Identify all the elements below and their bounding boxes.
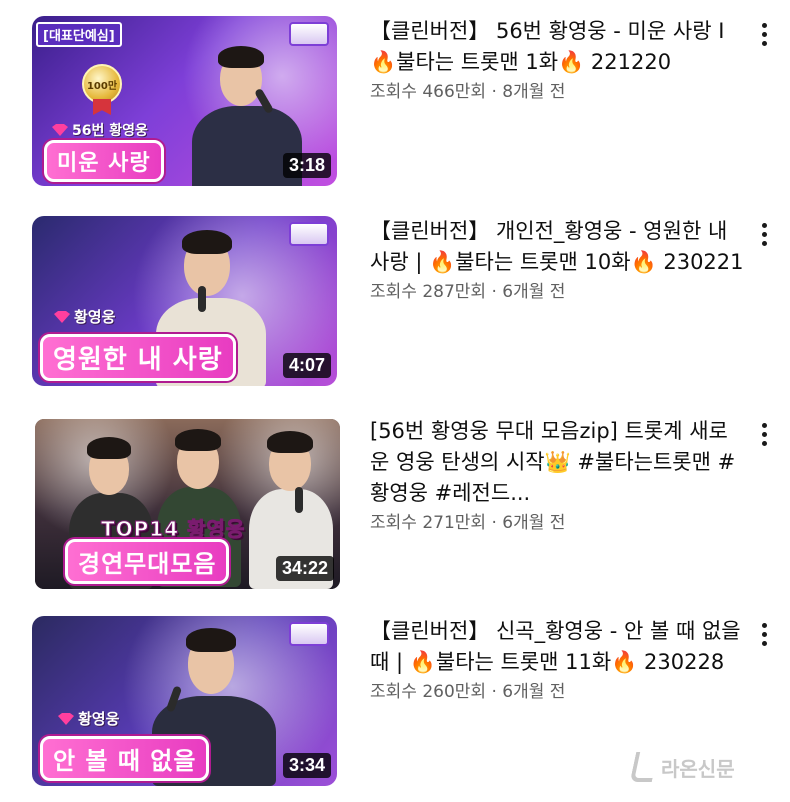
gem-icon [54, 311, 70, 323]
video-duration: 34:22 [275, 556, 334, 581]
watermark-text: 라온신문 [661, 756, 735, 781]
video-duration: 3:34 [282, 753, 331, 778]
watermark: 라온신문 [629, 752, 735, 782]
million-badge: 100만 [82, 64, 122, 104]
video-title[interactable]: 【클린버전】 56번 황영웅 - 미운 사랑 I 🔥불타는 트롯맨 1화🔥 22… [370, 16, 745, 78]
thumb-caption: 미운 사랑 [44, 140, 164, 182]
more-vert-icon[interactable] [752, 420, 776, 448]
thumb-name: 황영웅 [58, 708, 119, 729]
video-thumbnail[interactable]: TOP14 황영웅 경연무대모음 34:22 [32, 416, 343, 592]
thumb-tag: [대표단예심] [36, 22, 122, 47]
thumb-caption: 영원한 내 사랑 [40, 334, 236, 381]
thumb-name: 56번 황영웅 [52, 120, 148, 140]
video-thumbnail[interactable]: 황영웅 안 볼 때 없을 3:34 [32, 616, 337, 786]
video-meta: 조회수 271만회 · 6개월 전 [370, 513, 566, 533]
thumb-caption: 안 볼 때 없을 [40, 736, 210, 781]
gem-icon [58, 713, 74, 725]
video-info: [56번 황영웅 무대 모음zip] 트롯계 새로운 영웅 탄생의 시작👑 #불… [370, 416, 745, 535]
video-meta: 조회수 466만회 · 8개월 전 [370, 82, 566, 102]
video-info: 【클린버전】 개인전_황영웅 - 영원한 내 사랑 | 🔥불타는 트롯맨 10화… [370, 216, 745, 304]
video-title[interactable]: [56번 황영웅 무대 모음zip] 트롯계 새로운 영웅 탄생의 시작👑 #불… [370, 416, 745, 509]
thumb-name: TOP14 황영웅 [100, 517, 246, 542]
show-logo-icon [289, 22, 329, 46]
video-item[interactable]: [대표단예심] 100만 56번 황영웅 미운 사랑 3:18 【클린버전】 5… [0, 16, 790, 196]
video-duration: 3:18 [282, 153, 331, 178]
video-thumbnail[interactable]: [대표단예심] 100만 56번 황영웅 미운 사랑 3:18 [32, 16, 337, 186]
thumb-caption: 경연무대모음 [65, 539, 230, 584]
video-title[interactable]: 【클린버전】 신곡_황영웅 - 안 볼 때 없을 때 | 🔥불타는 트롯맨 11… [370, 616, 745, 678]
gem-icon [52, 124, 68, 136]
video-meta: 조회수 260만회 · 6개월 전 [370, 682, 566, 702]
video-duration: 4:07 [282, 353, 331, 378]
video-title[interactable]: 【클린버전】 개인전_황영웅 - 영원한 내 사랑 | 🔥불타는 트롯맨 10화… [370, 216, 745, 278]
more-vert-icon[interactable] [752, 620, 776, 648]
show-logo-icon [289, 222, 329, 246]
video-info: 【클린버전】 신곡_황영웅 - 안 볼 때 없을 때 | 🔥불타는 트롯맨 11… [370, 616, 745, 704]
video-thumbnail[interactable]: 황영웅 영원한 내 사랑 4:07 [32, 216, 337, 386]
video-item[interactable]: 황영웅 영원한 내 사랑 4:07 【클린버전】 개인전_황영웅 - 영원한 내… [0, 216, 790, 396]
video-item[interactable]: TOP14 황영웅 경연무대모음 34:22 [56번 황영웅 무대 모음zip… [0, 416, 790, 596]
more-vert-icon[interactable] [752, 220, 776, 248]
more-vert-icon[interactable] [752, 20, 776, 48]
video-meta: 조회수 287만회 · 6개월 전 [370, 282, 566, 302]
watermark-logo-icon [629, 752, 659, 782]
show-logo-icon [289, 622, 329, 646]
video-info: 【클린버전】 56번 황영웅 - 미운 사랑 I 🔥불타는 트롯맨 1화🔥 22… [370, 16, 745, 104]
thumb-name: 황영웅 [54, 306, 115, 327]
